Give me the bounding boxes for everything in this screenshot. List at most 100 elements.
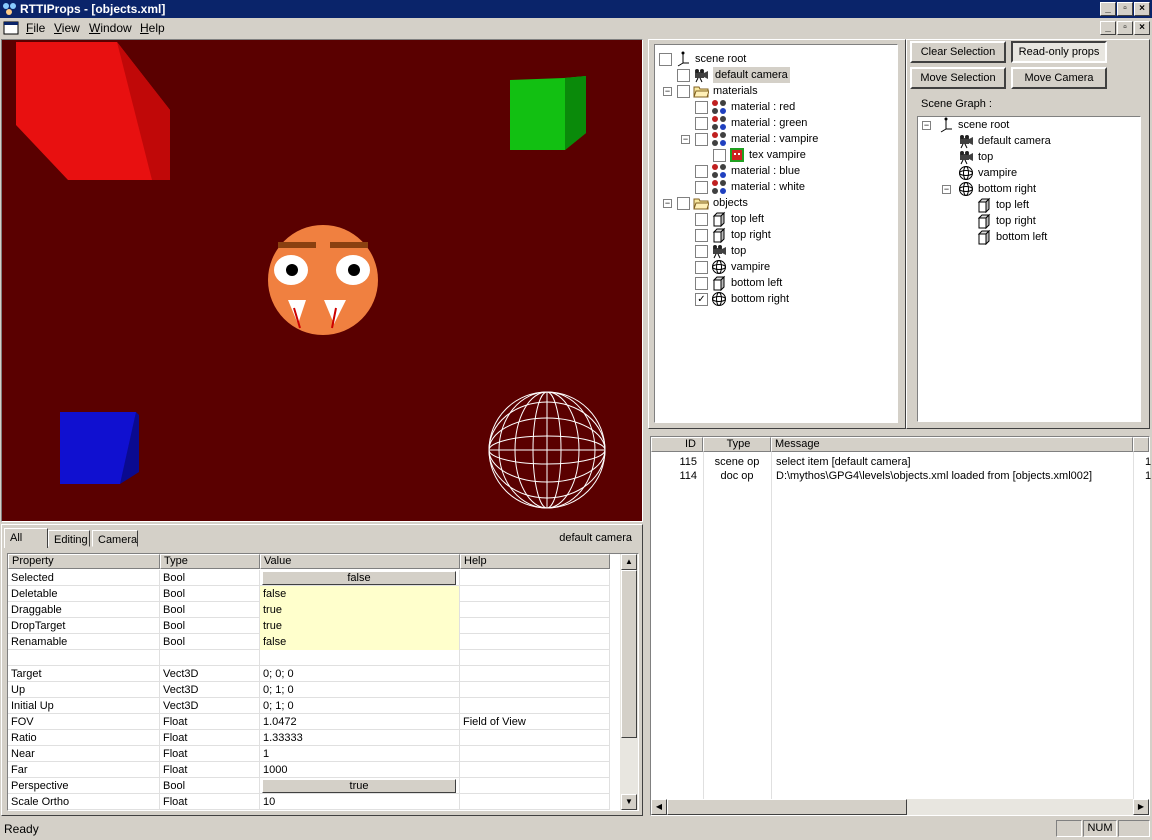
readonly-props-toggle[interactable]: Read-only props: [1011, 41, 1107, 63]
tree-item-checkbox[interactable]: [713, 149, 726, 162]
document-icon[interactable]: [3, 20, 19, 36]
graph-item-bottom-right[interactable]: − bottom right: [918, 181, 1138, 197]
tree-item-bottom-left[interactable]: bottom left: [655, 275, 895, 291]
scroll-left-button[interactable]: ◀: [651, 799, 667, 815]
bool-toggle-button[interactable]: true: [262, 779, 456, 793]
log-row[interactable]: 114 doc op D:\mythos\GPG4\levels\objects.x…: [651, 470, 1151, 484]
property-value[interactable]: 1.0472: [260, 714, 460, 730]
log-header-message[interactable]: Message: [771, 437, 1133, 452]
property-grid[interactable]: Property Type Value Help Selected Bool fal…: [7, 553, 639, 811]
tree-item-checkbox[interactable]: [695, 229, 708, 242]
property-row-fov[interactable]: FOV Float 1.0472 Field of View: [8, 714, 610, 730]
tree-item-top-left[interactable]: top left: [655, 211, 895, 227]
tab-camera[interactable]: Camera: [92, 530, 138, 547]
clear-selection-button[interactable]: Clear Selection: [910, 41, 1006, 63]
tree-item-checkbox[interactable]: [695, 101, 708, 114]
graph-item-vampire[interactable]: vampire: [918, 165, 1138, 181]
log-list[interactable]: ID Type Message 115 scene op select item […: [651, 437, 1151, 799]
property-row-scale-ortho[interactable]: Scale Ortho Float 10: [8, 794, 610, 810]
property-value[interactable]: 0; 1; 0: [260, 682, 460, 698]
tree-item-material-white[interactable]: material : white: [655, 179, 895, 195]
scroll-down-button[interactable]: ▼: [621, 794, 637, 810]
scene-graph-tree[interactable]: − scene root default camera top vampire − bott…: [917, 116, 1141, 422]
scene-render[interactable]: [2, 40, 642, 521]
prop-header-type[interactable]: Type: [160, 554, 260, 569]
tree-item-top-right[interactable]: top right: [655, 227, 895, 243]
3d-viewport[interactable]: [1, 39, 643, 522]
property-value[interactable]: true: [260, 602, 460, 618]
child-restore-button[interactable]: ▫: [1117, 21, 1133, 35]
tree-item-checkbox[interactable]: [695, 277, 708, 290]
tree-item-checkbox[interactable]: [695, 245, 708, 258]
collapse-toggle[interactable]: −: [922, 121, 931, 130]
graph-item-top[interactable]: top: [918, 149, 1138, 165]
property-row-deletable[interactable]: Deletable Bool false: [8, 586, 610, 602]
graph-item-scene-root[interactable]: − scene root: [918, 117, 1138, 133]
property-value[interactable]: false: [260, 586, 460, 602]
maximize-button[interactable]: ▫: [1117, 2, 1133, 16]
collapse-toggle[interactable]: −: [663, 199, 672, 208]
property-row-initial-up[interactable]: Initial Up Vect3D 0; 1; 0: [8, 698, 610, 714]
graph-item-top-left[interactable]: top left: [918, 197, 1138, 213]
tree-item-bottom-right[interactable]: ✓ bottom right: [655, 291, 895, 307]
tree-item-checkbox[interactable]: [695, 181, 708, 194]
property-value[interactable]: 0; 1; 0: [260, 698, 460, 714]
property-row-ratio[interactable]: Ratio Float 1.33333: [8, 730, 610, 746]
tree-item-checkbox[interactable]: [695, 261, 708, 274]
tree-item-checkbox[interactable]: [659, 53, 672, 66]
property-row-draggable[interactable]: Draggable Bool true: [8, 602, 610, 618]
property-row-far[interactable]: Far Float 1000: [8, 762, 610, 778]
move-camera-button[interactable]: Move Camera: [1011, 67, 1107, 89]
property-row-up[interactable]: Up Vect3D 0; 1; 0: [8, 682, 610, 698]
property-row-perspective[interactable]: Perspective Bool true: [8, 778, 610, 794]
menu-view[interactable]: View: [54, 21, 80, 35]
prop-header-value[interactable]: Value: [260, 554, 460, 569]
graph-item-bottom-left[interactable]: bottom left: [918, 229, 1138, 245]
tree-item-material-green[interactable]: material : green: [655, 115, 895, 131]
tree-item-checkbox[interactable]: [677, 197, 690, 210]
log-row[interactable]: 115 scene op select item [default camera] 1: [651, 456, 1151, 470]
graph-item-default-camera[interactable]: default camera: [918, 133, 1138, 149]
property-value[interactable]: false: [260, 634, 460, 650]
property-row-droptarget[interactable]: DropTarget Bool true: [8, 618, 610, 634]
log-header-extra[interactable]: [1133, 437, 1149, 452]
tree-item-checkbox[interactable]: [695, 133, 708, 146]
tree-item-checkbox[interactable]: ✓: [695, 293, 708, 306]
property-row-renamable[interactable]: Renamable Bool false: [8, 634, 610, 650]
move-selection-button[interactable]: Move Selection: [910, 67, 1006, 89]
tree-item-material-blue[interactable]: material : blue: [655, 163, 895, 179]
prop-header-property[interactable]: Property: [8, 554, 160, 569]
tree-item-checkbox[interactable]: [677, 85, 690, 98]
property-value[interactable]: 1.33333: [260, 730, 460, 746]
tab-all[interactable]: All: [4, 528, 48, 548]
scroll-up-button[interactable]: ▲: [621, 554, 637, 570]
tree-item-objects[interactable]: − objects: [655, 195, 895, 211]
property-value[interactable]: 1000: [260, 762, 460, 778]
property-value[interactable]: true: [260, 778, 460, 794]
log-hscrollbar[interactable]: ◀ ▶: [651, 799, 1149, 815]
object-tree[interactable]: scene root default camera − materials materi…: [654, 44, 898, 423]
tree-item-checkbox[interactable]: [695, 213, 708, 226]
property-row-separator[interactable]: [8, 650, 610, 666]
tree-item-vampire[interactable]: vampire: [655, 259, 895, 275]
bool-toggle-button[interactable]: false: [262, 571, 456, 585]
tree-item-checkbox[interactable]: [695, 165, 708, 178]
tree-item-materials[interactable]: − materials: [655, 83, 895, 99]
property-value[interactable]: 10: [260, 794, 460, 810]
menu-window[interactable]: Window: [89, 21, 132, 35]
close-button[interactable]: ×: [1134, 2, 1150, 16]
prop-vscrollbar[interactable]: ▲ ▼: [620, 554, 638, 810]
property-value[interactable]: true: [260, 618, 460, 634]
property-row-selected[interactable]: Selected Bool false: [8, 570, 610, 586]
property-value[interactable]: false: [260, 570, 460, 586]
child-minimize-button[interactable]: _: [1100, 21, 1116, 35]
tree-item-scene-root[interactable]: scene root: [655, 51, 895, 67]
log-header-type[interactable]: Type: [703, 437, 771, 452]
tree-item-material-vampire[interactable]: − material : vampire: [655, 131, 895, 147]
tree-item-checkbox[interactable]: [695, 117, 708, 130]
log-header-id[interactable]: ID: [651, 437, 703, 452]
property-value[interactable]: 1: [260, 746, 460, 762]
collapse-toggle[interactable]: −: [663, 87, 672, 96]
scroll-thumb[interactable]: [667, 799, 907, 815]
property-row-near[interactable]: Near Float 1: [8, 746, 610, 762]
